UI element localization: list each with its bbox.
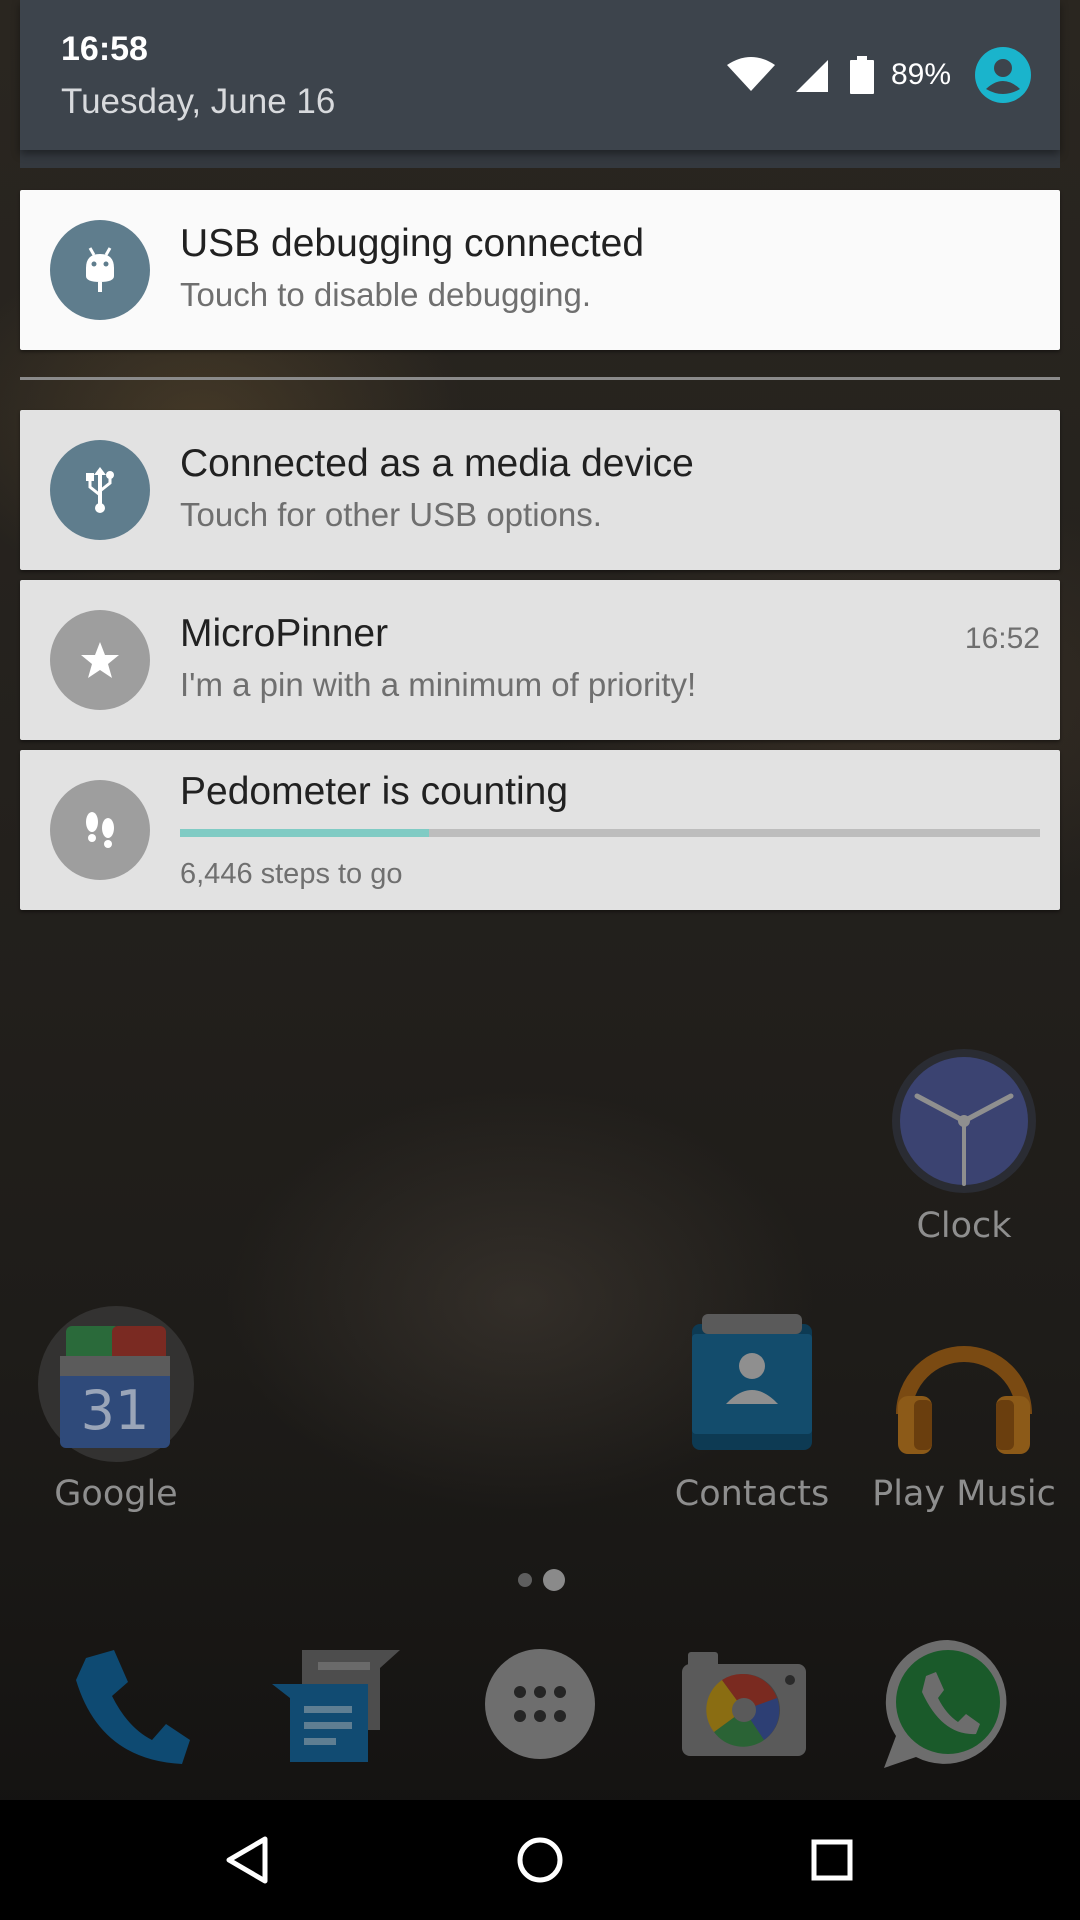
notification-media-device[interactable]: Connected as a media device Touch for ot… (20, 410, 1060, 570)
app-label-contacts: Contacts (674, 1474, 830, 1514)
notification-text: Touch for other USB options. (180, 496, 602, 533)
nav-back-button[interactable] (167, 1800, 327, 1920)
notification-pedometer[interactable]: Pedometer is counting 6,446 steps to go (20, 750, 1060, 910)
messages-icon[interactable] (268, 1646, 404, 1768)
app-label-google: Google (54, 1474, 178, 1514)
nav-home-button[interactable] (460, 1800, 620, 1920)
quick-settings-header[interactable]: 16:58 Tuesday, June 16 89% (20, 0, 1060, 150)
battery-icon (850, 56, 874, 94)
app-clock[interactable]: Clock (864, 1046, 1064, 1246)
user-avatar-icon[interactable] (975, 47, 1031, 103)
app-label-play-music: Play Music (872, 1474, 1056, 1514)
calendar-day: 31 (81, 1379, 150, 1442)
notification-text: 6,446 steps to go (180, 858, 403, 890)
headphones-icon (896, 1346, 1032, 1454)
pedometer-progress-bar (180, 829, 1040, 837)
recents-icon (811, 1839, 853, 1881)
usb-icon (50, 440, 150, 540)
header-shadow-strip (20, 150, 1060, 168)
nav-recents-button[interactable] (752, 1800, 912, 1920)
notification-micropinner[interactable]: MicroPinner I'm a pin with a minimum of … (20, 580, 1060, 740)
navigation-bar (0, 1800, 1080, 1920)
status-time: 16:58 (61, 30, 148, 68)
clock-icon (892, 1049, 1036, 1193)
wifi-icon (727, 57, 775, 91)
notification-time: 16:52 (964, 622, 1040, 655)
camera-icon[interactable] (678, 1646, 810, 1758)
contacts-icon (692, 1314, 812, 1450)
page-indicator (518, 1569, 565, 1591)
whatsapp-icon[interactable] (880, 1636, 1016, 1772)
app-drawer-icon[interactable] (484, 1648, 596, 1760)
notification-title: Connected as a media device (180, 442, 694, 485)
notification-title: Pedometer is counting (180, 770, 569, 813)
notification-title: MicroPinner (180, 612, 389, 655)
footprints-icon (50, 780, 150, 880)
app-play-music[interactable]: Play Music (864, 1304, 1064, 1514)
pedometer-progress-fill (180, 829, 430, 837)
app-google-folder[interactable]: 31 Google (16, 1304, 216, 1514)
google-folder-icon: 31 (38, 1306, 194, 1462)
status-date[interactable]: Tuesday, June 16 (61, 82, 335, 122)
cell-signal-icon (796, 60, 828, 92)
notification-text: I'm a pin with a minimum of priority! (180, 666, 697, 703)
battery-percent: 89% (891, 58, 952, 91)
app-label-clock: Clock (916, 1206, 1012, 1246)
notification-divider (20, 377, 1060, 380)
app-contacts[interactable]: Contacts (652, 1304, 852, 1514)
notification-text: Touch to disable debugging. (180, 276, 591, 313)
phone-icon[interactable] (70, 1644, 194, 1768)
home-icon (517, 1837, 563, 1883)
notification-title: USB debugging connected (180, 222, 645, 265)
back-icon (226, 1836, 268, 1884)
notification-usb-debugging[interactable]: USB debugging connected Touch to disable… (20, 190, 1060, 350)
android-debug-icon (50, 220, 150, 320)
star-icon (50, 610, 150, 710)
